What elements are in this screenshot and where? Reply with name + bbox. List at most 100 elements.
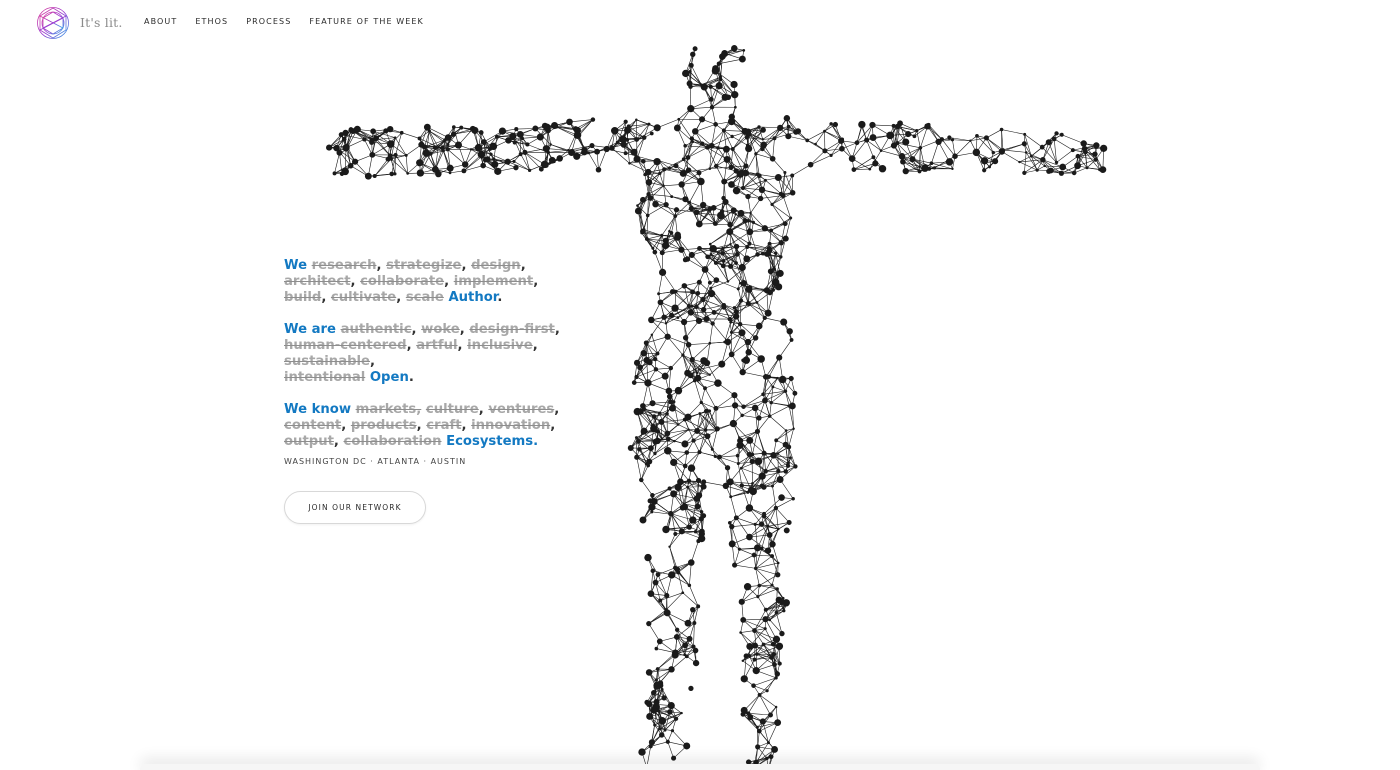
network-node xyxy=(720,251,725,256)
network-node xyxy=(697,177,705,186)
network-node xyxy=(735,453,740,458)
network-node xyxy=(754,152,758,156)
network-node xyxy=(669,404,676,412)
network-node xyxy=(708,242,712,246)
network-node xyxy=(1058,170,1065,176)
network-node xyxy=(757,173,762,179)
network-node xyxy=(688,84,693,89)
network-node xyxy=(587,151,591,155)
network-node xyxy=(756,595,760,599)
network-node xyxy=(741,358,745,363)
network-node xyxy=(689,356,695,363)
network-node xyxy=(991,150,995,155)
network-node xyxy=(644,699,650,705)
network-node xyxy=(714,379,722,387)
network-node xyxy=(778,239,785,246)
network-node xyxy=(665,436,671,442)
network-node xyxy=(609,145,615,151)
network-node xyxy=(767,241,772,246)
network-node xyxy=(372,174,377,179)
network-edge xyxy=(334,152,340,174)
network-node xyxy=(659,268,667,276)
network-node xyxy=(700,483,707,490)
network-node xyxy=(673,633,680,640)
network-node xyxy=(633,359,641,366)
network-node xyxy=(448,171,452,175)
network-node xyxy=(714,222,718,226)
network-node xyxy=(746,643,754,650)
network-node xyxy=(777,527,780,531)
network-node xyxy=(770,202,774,207)
network-edge xyxy=(775,507,790,523)
network-edge xyxy=(688,342,710,346)
nav-item-process[interactable]: PROCESS xyxy=(246,17,291,26)
network-node xyxy=(1022,170,1027,176)
network-node xyxy=(732,186,741,195)
network-node xyxy=(683,742,691,750)
network-node xyxy=(745,244,750,249)
lead-phrase: We are xyxy=(284,322,336,337)
network-node xyxy=(650,333,654,337)
network-node xyxy=(737,547,742,551)
network-node xyxy=(512,140,517,145)
network-edge xyxy=(699,451,716,457)
network-node xyxy=(711,67,720,75)
network-node xyxy=(525,142,530,147)
network-node xyxy=(661,695,667,701)
network-node xyxy=(710,321,715,326)
network-node xyxy=(640,196,646,203)
network-node xyxy=(441,149,445,153)
network-node xyxy=(1070,148,1075,153)
network-edge xyxy=(743,394,764,407)
network-node xyxy=(654,437,661,445)
network-node xyxy=(886,131,894,140)
network-node xyxy=(718,360,726,368)
network-edge xyxy=(743,618,766,621)
network-node xyxy=(639,211,642,214)
network-node xyxy=(758,186,766,194)
network-node xyxy=(459,125,464,130)
network-node xyxy=(707,207,712,212)
network-node xyxy=(1029,154,1033,158)
network-node xyxy=(807,161,814,168)
network-node xyxy=(714,429,718,432)
nav-item-feature-of-the-week[interactable]: FEATURE OF THE WEEK xyxy=(309,17,424,26)
network-node xyxy=(341,167,349,176)
network-node xyxy=(752,642,758,649)
struck-word: output xyxy=(284,434,334,449)
network-node xyxy=(717,211,725,220)
network-node xyxy=(643,172,647,177)
network-node xyxy=(436,145,440,149)
network-node xyxy=(705,145,710,150)
network-edge xyxy=(757,588,778,597)
network-node xyxy=(687,428,690,431)
struck-word: sustainable xyxy=(284,354,371,369)
network-edge xyxy=(374,158,392,177)
network-node xyxy=(895,140,900,146)
network-node xyxy=(736,461,740,466)
network-node xyxy=(770,583,774,587)
network-node xyxy=(761,225,768,232)
network-edge xyxy=(704,388,717,409)
brand-name[interactable]: It's lit. xyxy=(80,15,123,30)
network-node xyxy=(776,561,780,565)
network-edge xyxy=(752,431,758,455)
network-edge xyxy=(748,303,765,319)
network-node xyxy=(839,145,845,152)
network-node xyxy=(677,117,681,121)
network-node xyxy=(664,447,672,455)
network-node xyxy=(694,374,702,382)
network-node xyxy=(935,138,942,145)
nav-item-about[interactable]: ABOUT xyxy=(144,17,177,26)
network-node xyxy=(648,739,655,746)
network-node xyxy=(785,133,792,140)
network-node xyxy=(695,317,703,324)
network-edge xyxy=(712,428,718,450)
join-network-button[interactable]: JOIN OUR NETWORK xyxy=(284,491,426,524)
nav-item-ethos[interactable]: ETHOS xyxy=(195,17,228,26)
logo-icon[interactable] xyxy=(36,6,70,40)
network-node xyxy=(779,255,783,259)
network-node xyxy=(741,659,745,663)
network-edge xyxy=(851,139,867,159)
manifesto-copy: We research, strategize, design, archite… xyxy=(284,258,614,466)
